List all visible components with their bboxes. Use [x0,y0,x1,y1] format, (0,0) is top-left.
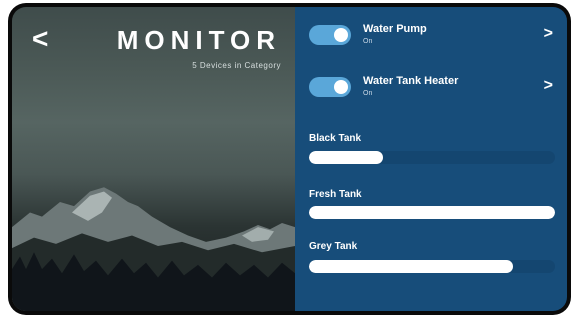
chevron-right-icon[interactable]: > [544,77,553,95]
black-tank-level-fill [309,151,383,164]
device-count-subtitle: 5 Devices in Category [192,61,281,70]
fresh-tank-level-fill [309,206,555,219]
grey-tank-level-bar [309,260,555,273]
toggle-knob [334,28,348,42]
grey-tank-label: Grey Tank [309,241,358,252]
device-row-water-tank-heater[interactable]: Water Tank Heater On > [295,71,567,111]
device-name: Water Pump [363,23,427,35]
monitor-screen: < MONITOR 5 Devices in Category Water Pu… [12,7,567,311]
toggle-knob [334,80,348,94]
device-row-water-pump[interactable]: Water Pump On > [295,19,567,59]
water-pump-toggle[interactable] [309,25,351,45]
back-button[interactable]: < [32,25,48,53]
fresh-tank-label: Fresh Tank [309,189,362,200]
grey-tank-level-fill [309,260,514,273]
black-tank-level-bar [309,151,555,164]
page-title: MONITOR [116,25,281,55]
fresh-tank-level-bar [309,206,555,219]
device-frame: < MONITOR 5 Devices in Category Water Pu… [8,3,571,315]
water-tank-heater-toggle[interactable] [309,77,351,97]
chevron-right-icon[interactable]: > [544,25,553,43]
device-status: On [363,90,373,97]
device-list-panel: Water Pump On > Water Tank Heater On > B… [295,7,567,311]
black-tank-label: Black Tank [309,133,362,144]
device-status: On [363,38,373,45]
category-hero-panel: < MONITOR 5 Devices in Category [12,7,295,311]
device-name: Water Tank Heater [363,75,459,87]
